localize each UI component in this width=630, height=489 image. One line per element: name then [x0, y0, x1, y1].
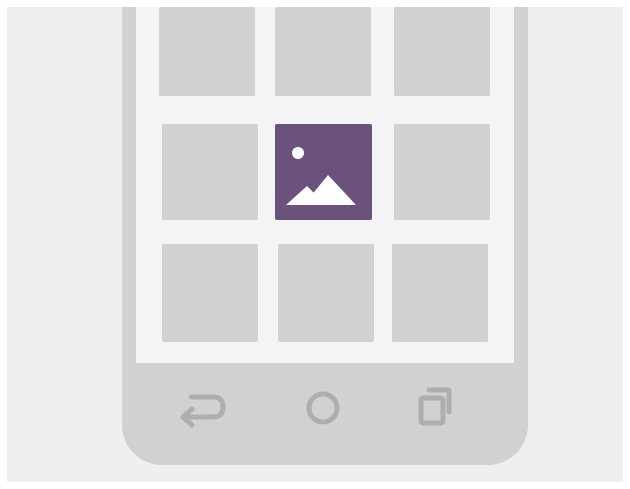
gallery-tile[interactable]	[275, 7, 371, 96]
gallery-tile[interactable]	[162, 124, 258, 220]
gallery-tile-selected[interactable]	[275, 124, 372, 220]
gallery-tile[interactable]	[278, 244, 374, 342]
back-button[interactable]	[172, 383, 232, 433]
recent-apps-button[interactable]	[406, 383, 466, 433]
gallery-tile[interactable]	[394, 124, 490, 220]
navigation-bar	[122, 363, 528, 465]
back-arrow-icon	[180, 394, 226, 428]
home-circle-icon	[306, 391, 340, 425]
home-button[interactable]	[293, 383, 353, 433]
phone-screen	[136, 7, 514, 363]
illustration-canvas	[7, 7, 623, 482]
phone-device	[122, 7, 528, 465]
gallery-tile[interactable]	[162, 244, 258, 342]
image-icon	[286, 147, 356, 205]
gallery-tile[interactable]	[392, 244, 488, 342]
recent-apps-icon	[418, 387, 452, 426]
gallery-tile[interactable]	[159, 7, 255, 96]
gallery-tile[interactable]	[394, 7, 490, 96]
